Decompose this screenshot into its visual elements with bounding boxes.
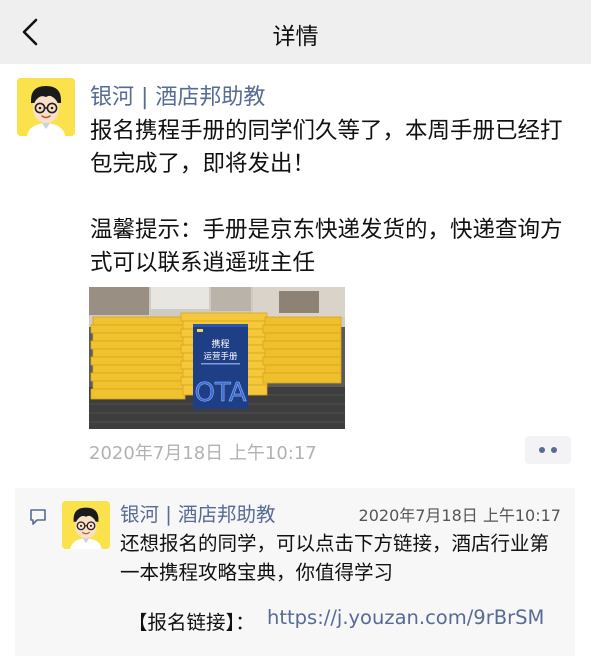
comment-text: 还想报名的同学，可以点击下方链接，酒店行业第一本携程攻略宝典，你值得学习: [120, 532, 550, 584]
page-title: 详情: [272, 24, 319, 50]
post-author-name[interactable]: 银河 | 酒店邦助教: [90, 79, 265, 111]
post-photo[interactable]: 携程 运营手册 OTA: [89, 287, 345, 429]
photo-image: 携程 运营手册 OTA: [89, 287, 345, 429]
book-title-line2: 运营手册: [203, 351, 238, 362]
book-cover: 携程 运营手册 OTA: [193, 324, 248, 409]
book-title-line1: 携程: [211, 338, 229, 350]
avatar[interactable]: [17, 78, 75, 136]
comment-timestamp: 2020年7月18日 上午10:17: [358, 506, 561, 525]
post-timestamp: 2020年7月18日 上午10:17: [89, 443, 317, 464]
more-actions-button[interactable]: [525, 436, 571, 464]
comment-author-name[interactable]: 银河 | 酒店邦助教: [120, 498, 275, 527]
book-subtitle: OTA: [194, 378, 246, 408]
nav-bar: 详情: [0, 0, 591, 64]
signup-link[interactable]: https://j.youzan.com/9rBrSM: [267, 606, 544, 629]
comment-bubble-icon: [30, 509, 46, 525]
avatar-cartoon-icon: [62, 501, 110, 549]
post-text: 报名携程手册的同学们久等了，本周手册已经打包完成了，即将发出！ 温馨提示：手册是…: [90, 118, 563, 276]
avatar-cartoon-icon: [17, 78, 75, 136]
comment-avatar[interactable]: [62, 501, 110, 549]
comment-section: 银河 | 酒店邦助教 2020年7月18日 上午10:17 还想报名的同学，可以…: [15, 488, 575, 656]
comment-link-label: 【报名链接】：: [128, 611, 255, 634]
